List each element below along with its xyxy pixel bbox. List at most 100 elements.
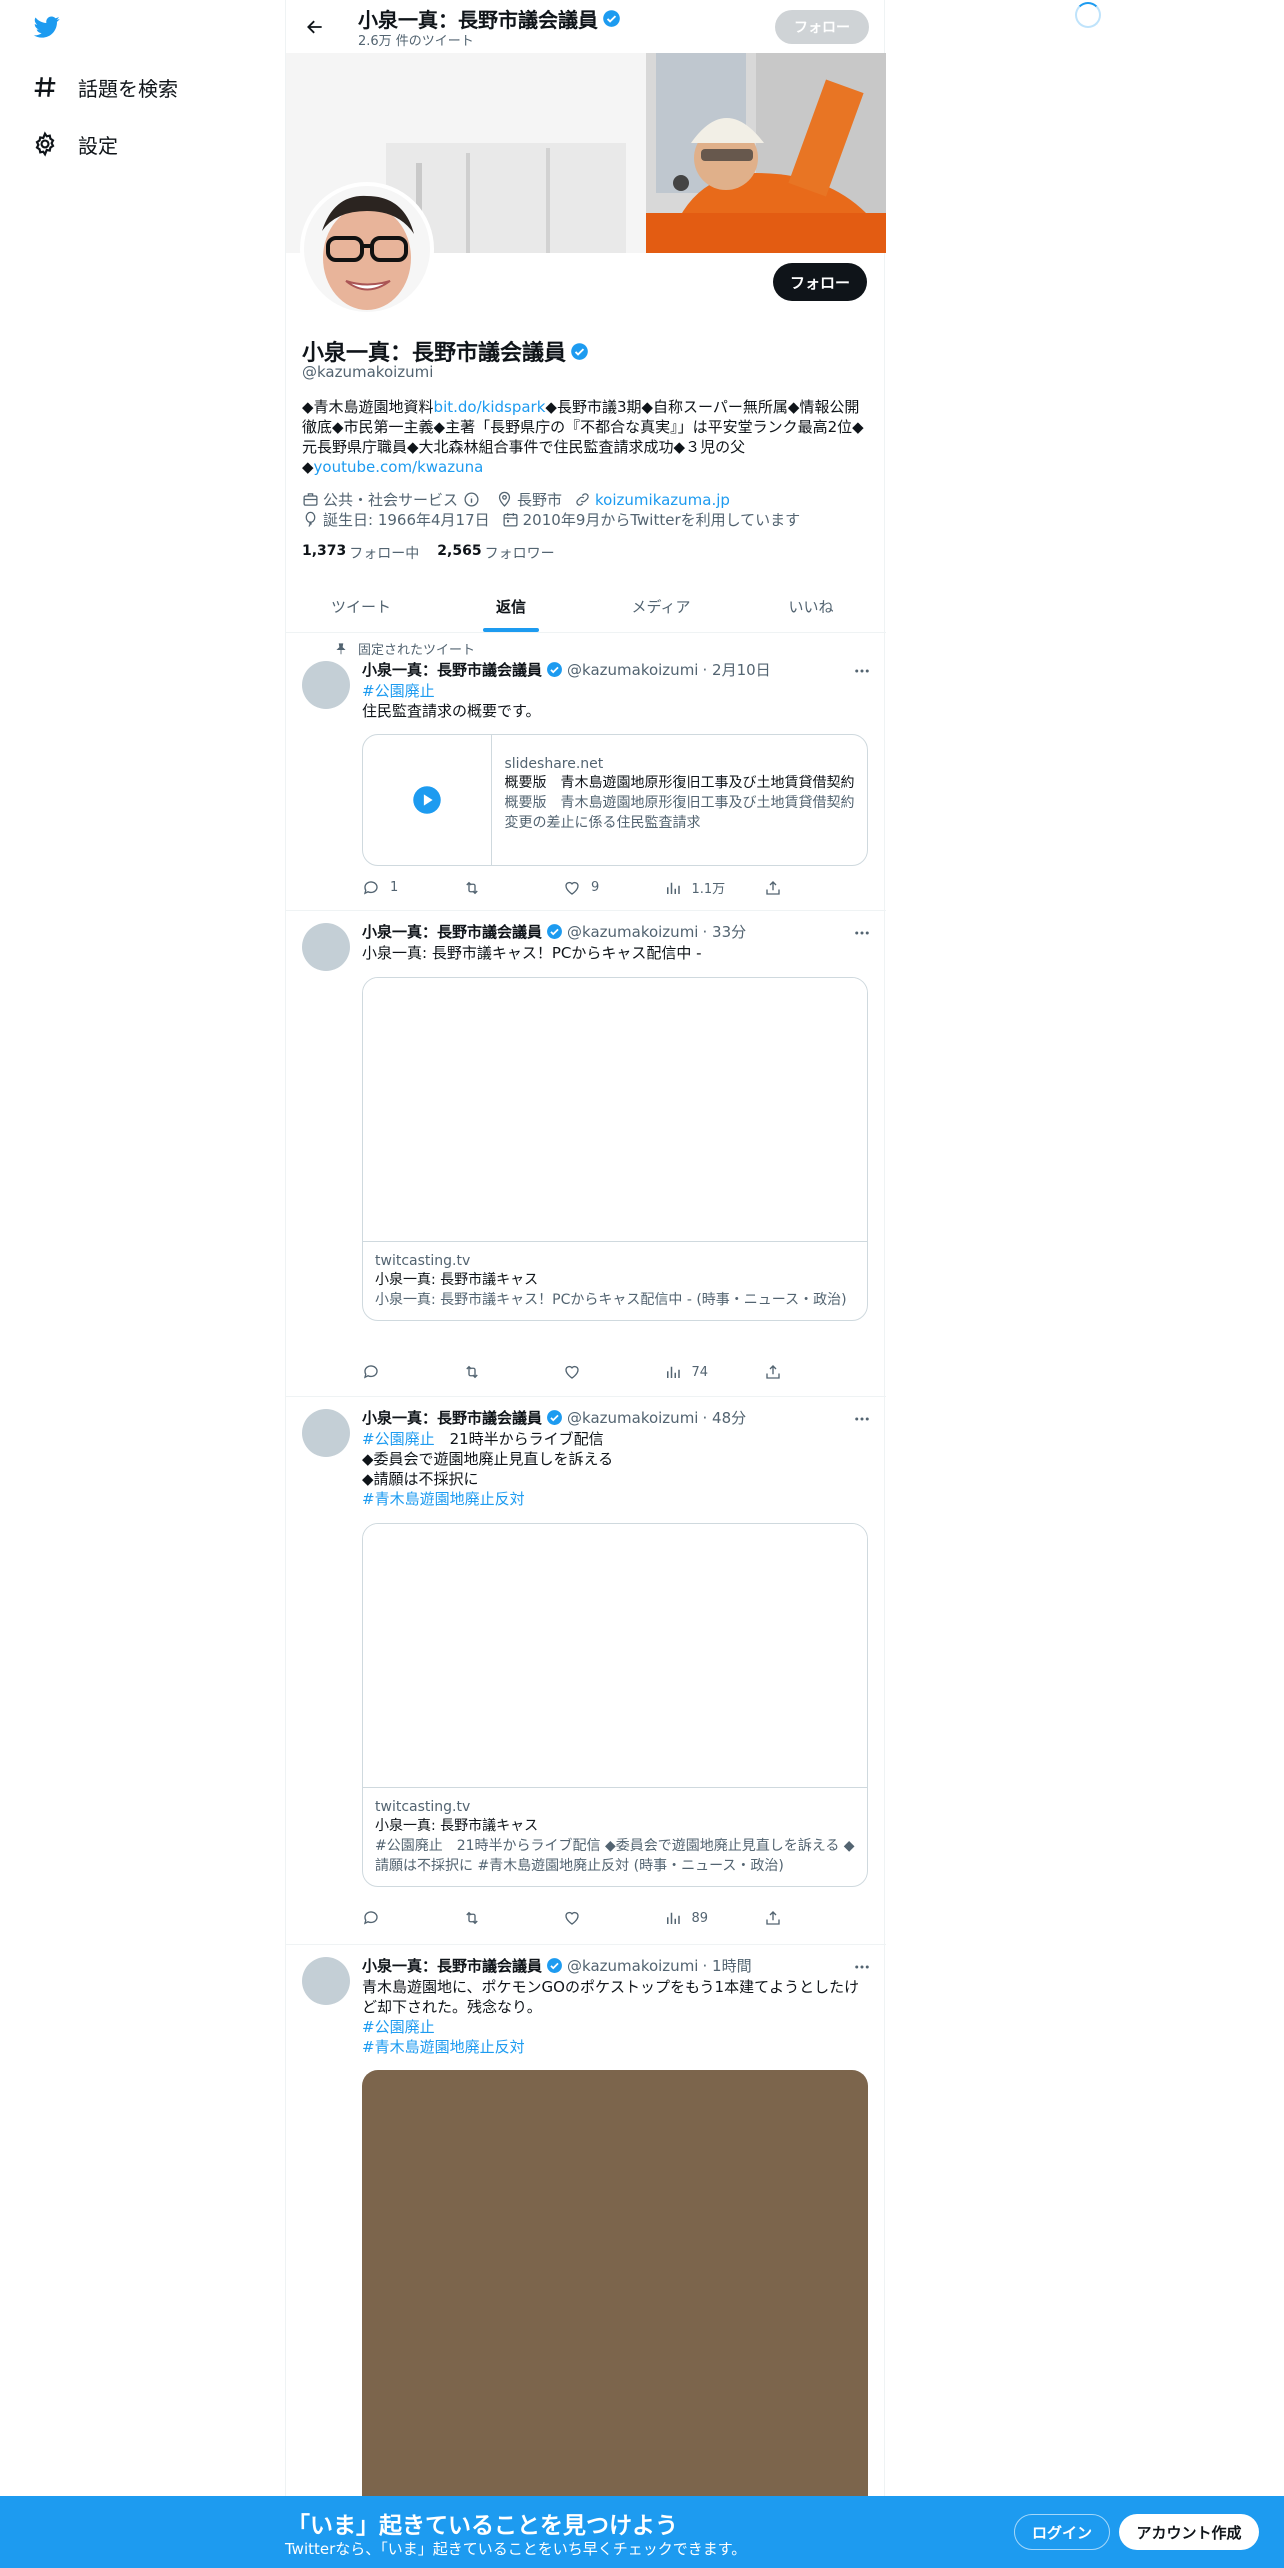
tab-likes[interactable]: いいね [736, 580, 886, 632]
tweet-author-name[interactable]: 小泉一真：長野市議会議員 [362, 921, 542, 942]
tab-tweets[interactable]: ツイート [286, 580, 436, 632]
loading-spinner-icon [1075, 2, 1101, 28]
tweet-avatar[interactable] [302, 923, 350, 971]
retweet-button[interactable] [463, 878, 549, 897]
views-button[interactable]: 1.1万 [664, 878, 750, 897]
back-button[interactable] [298, 10, 332, 44]
tweet-author-name[interactable]: 小泉一真：長野市議会議員 [362, 1407, 542, 1428]
profile-joined: 2010年9月からTwitterを利用しています [502, 509, 800, 530]
like-button[interactable]: 9 [563, 878, 649, 897]
info-icon[interactable] [463, 491, 480, 508]
retweet-button[interactable] [463, 1363, 549, 1381]
tab-replies[interactable]: 返信 [436, 580, 586, 632]
tweet-more-button[interactable] [852, 1409, 872, 1429]
tweet-hashtag-2[interactable]: #青木島遊園地廃止反対 [362, 1489, 872, 1509]
tab-media[interactable]: メディア [586, 580, 736, 632]
card-thumbnail [363, 735, 493, 865]
tweet-hashtag[interactable]: #公園廃止 [362, 1430, 435, 1448]
tweet-avatar[interactable] [302, 661, 350, 709]
tweet-item[interactable]: 小泉一真：長野市議会議員 @kazumakoizumi · 1時間 青木島遊園地… [286, 1945, 886, 2568]
tweet-author-name[interactable]: 小泉一真：長野市議会議員 [362, 659, 542, 680]
reply-button[interactable] [362, 1909, 448, 1927]
profile-avatar[interactable] [300, 182, 434, 316]
pinned-indicator: 固定されたツイート [334, 639, 475, 658]
like-button[interactable] [563, 1909, 649, 1927]
more-dots-icon [855, 669, 869, 673]
tweet-hashtag[interactable]: #公園廃止 [362, 2017, 872, 2037]
tweet-item[interactable]: 小泉一真：長野市議会議員 @kazumakoizumi · 33分 小泉一真: … [286, 911, 886, 1397]
tweet-time[interactable]: · 48分 [702, 1407, 746, 1428]
tweet-line-3: ◆請願は不採択に [362, 1470, 479, 1488]
follow-button[interactable]: フォロー [773, 263, 867, 301]
tweet-author-name[interactable]: 小泉一真：長野市議会議員 [362, 1955, 542, 1976]
share-button[interactable] [764, 1909, 792, 1927]
view-count: 74 [691, 1364, 709, 1380]
balloon-icon [305, 511, 316, 527]
header-follow-button[interactable]: フォロー [775, 10, 869, 44]
retweet-button[interactable] [463, 1909, 549, 1927]
tweet-hashtag[interactable]: #公園廃止 [362, 681, 872, 701]
signup-button[interactable]: アカウント作成 [1119, 2514, 1259, 2550]
tweet-more-button[interactable] [852, 923, 872, 943]
tweet-avatar[interactable] [302, 1409, 350, 1457]
retweet-icon [465, 1365, 478, 1379]
verified-badge-icon [547, 924, 562, 939]
tweet-avatar[interactable] [302, 1957, 350, 2005]
bar-chart-icon [666, 1912, 680, 1924]
reply-icon [363, 1365, 378, 1379]
tweet-item[interactable]: 小泉一真：長野市議会議員 @kazumakoizumi · 48分 #公園廃止 … [286, 1397, 886, 1945]
verified-badge-icon [547, 1410, 562, 1425]
more-dots-icon [855, 1965, 869, 1969]
profile-tabs: ツイート 返信 メディア いいね [286, 580, 886, 633]
profile-website[interactable]: koizumikazuma.jp [574, 491, 730, 509]
twitter-logo-icon[interactable] [32, 14, 62, 40]
tweet-photo[interactable] [362, 2070, 868, 2568]
view-count: 89 [691, 1910, 709, 1926]
followers-count: 2,565 [437, 543, 482, 559]
following-link[interactable]: 1,373 フォロー中 [302, 543, 419, 563]
nav-explore[interactable]: 話題を検索 [32, 67, 178, 107]
pinned-label: 固定されたツイート [358, 643, 476, 658]
share-button[interactable] [764, 878, 792, 897]
nav-settings[interactable]: 設定 [32, 124, 118, 164]
tweet-time[interactable]: · 33分 [702, 921, 746, 942]
view-count: 1.1万 [691, 882, 726, 897]
tweet-time[interactable]: · 1時間 [702, 1955, 751, 1976]
link-card[interactable]: twitcasting.tv 小泉一真: 長野市議キャス 小泉一真: 長野市議キ… [362, 977, 868, 1321]
share-icon [766, 1911, 780, 1925]
share-icon [766, 1365, 780, 1379]
followers-link[interactable]: 2,565 フォロワー [437, 543, 554, 563]
views-button[interactable]: 89 [664, 1909, 750, 1927]
like-button[interactable] [563, 1363, 649, 1381]
tweet-actions: 74 [362, 1363, 792, 1381]
tweet-text: #公園廃止 21時半からライブ配信 ◆委員会で遊園地廃止見直しを訴える ◆請願は… [362, 1429, 872, 1509]
card-media [363, 978, 867, 1242]
link-card[interactable]: slideshare.net 概要版 青木島遊園地原形復旧工事及び土地賃貸借契約… [362, 734, 868, 866]
tweet-more-button[interactable] [852, 661, 872, 681]
tweet-hashtag-2[interactable]: #青木島遊園地廃止反対 [362, 2037, 872, 2057]
retweet-icon [465, 1911, 478, 1925]
bio-link-kidspark[interactable]: bit.do/kidspark [434, 398, 546, 416]
login-button[interactable]: ログイン [1014, 2514, 1110, 2550]
card-description: 小泉一真: 長野市議キャス！PCからキャス配信中 - (時事・ニュース・政治) [375, 1292, 847, 1308]
birthday-text: 誕生日: 1966年4月17日 [323, 511, 490, 529]
tweet-more-button[interactable] [852, 1957, 872, 1977]
share-button[interactable] [764, 1363, 792, 1381]
views-button[interactable]: 74 [664, 1363, 750, 1381]
tweet-time[interactable]: · 2月10日 [702, 659, 770, 680]
reply-button[interactable] [362, 1363, 448, 1381]
tweet-line-2: ◆委員会で遊園地廃止見直しを訴える [362, 1450, 614, 1468]
more-dots-icon [855, 931, 869, 935]
tweet-item[interactable]: 固定されたツイート 小泉一真：長野市議会議員 @kazumakoizumi · … [286, 633, 886, 911]
reply-button[interactable]: 1 [362, 878, 448, 897]
tweet-body: 青木島遊園地に、ポケモンGOのポケストップをもう1本建てようとしたけど却下された… [362, 1978, 860, 2016]
website-link[interactable]: koizumikazuma.jp [595, 491, 730, 509]
category-text: 公共・社会サービス [323, 491, 459, 509]
left-sidebar: 話題を検索 設定 [0, 0, 285, 2568]
link-card[interactable]: twitcasting.tv 小泉一真: 長野市議キャス #公園廃止 21時半か… [362, 1523, 868, 1887]
bio-link-youtube[interactable]: youtube.com/kwazuna [314, 458, 484, 476]
header-name-text: 小泉一真：長野市議会議員 [358, 8, 598, 32]
verified-badge-icon [547, 1958, 562, 1973]
nav-explore-label: 話題を検索 [78, 76, 178, 101]
like-count: 9 [591, 880, 600, 895]
